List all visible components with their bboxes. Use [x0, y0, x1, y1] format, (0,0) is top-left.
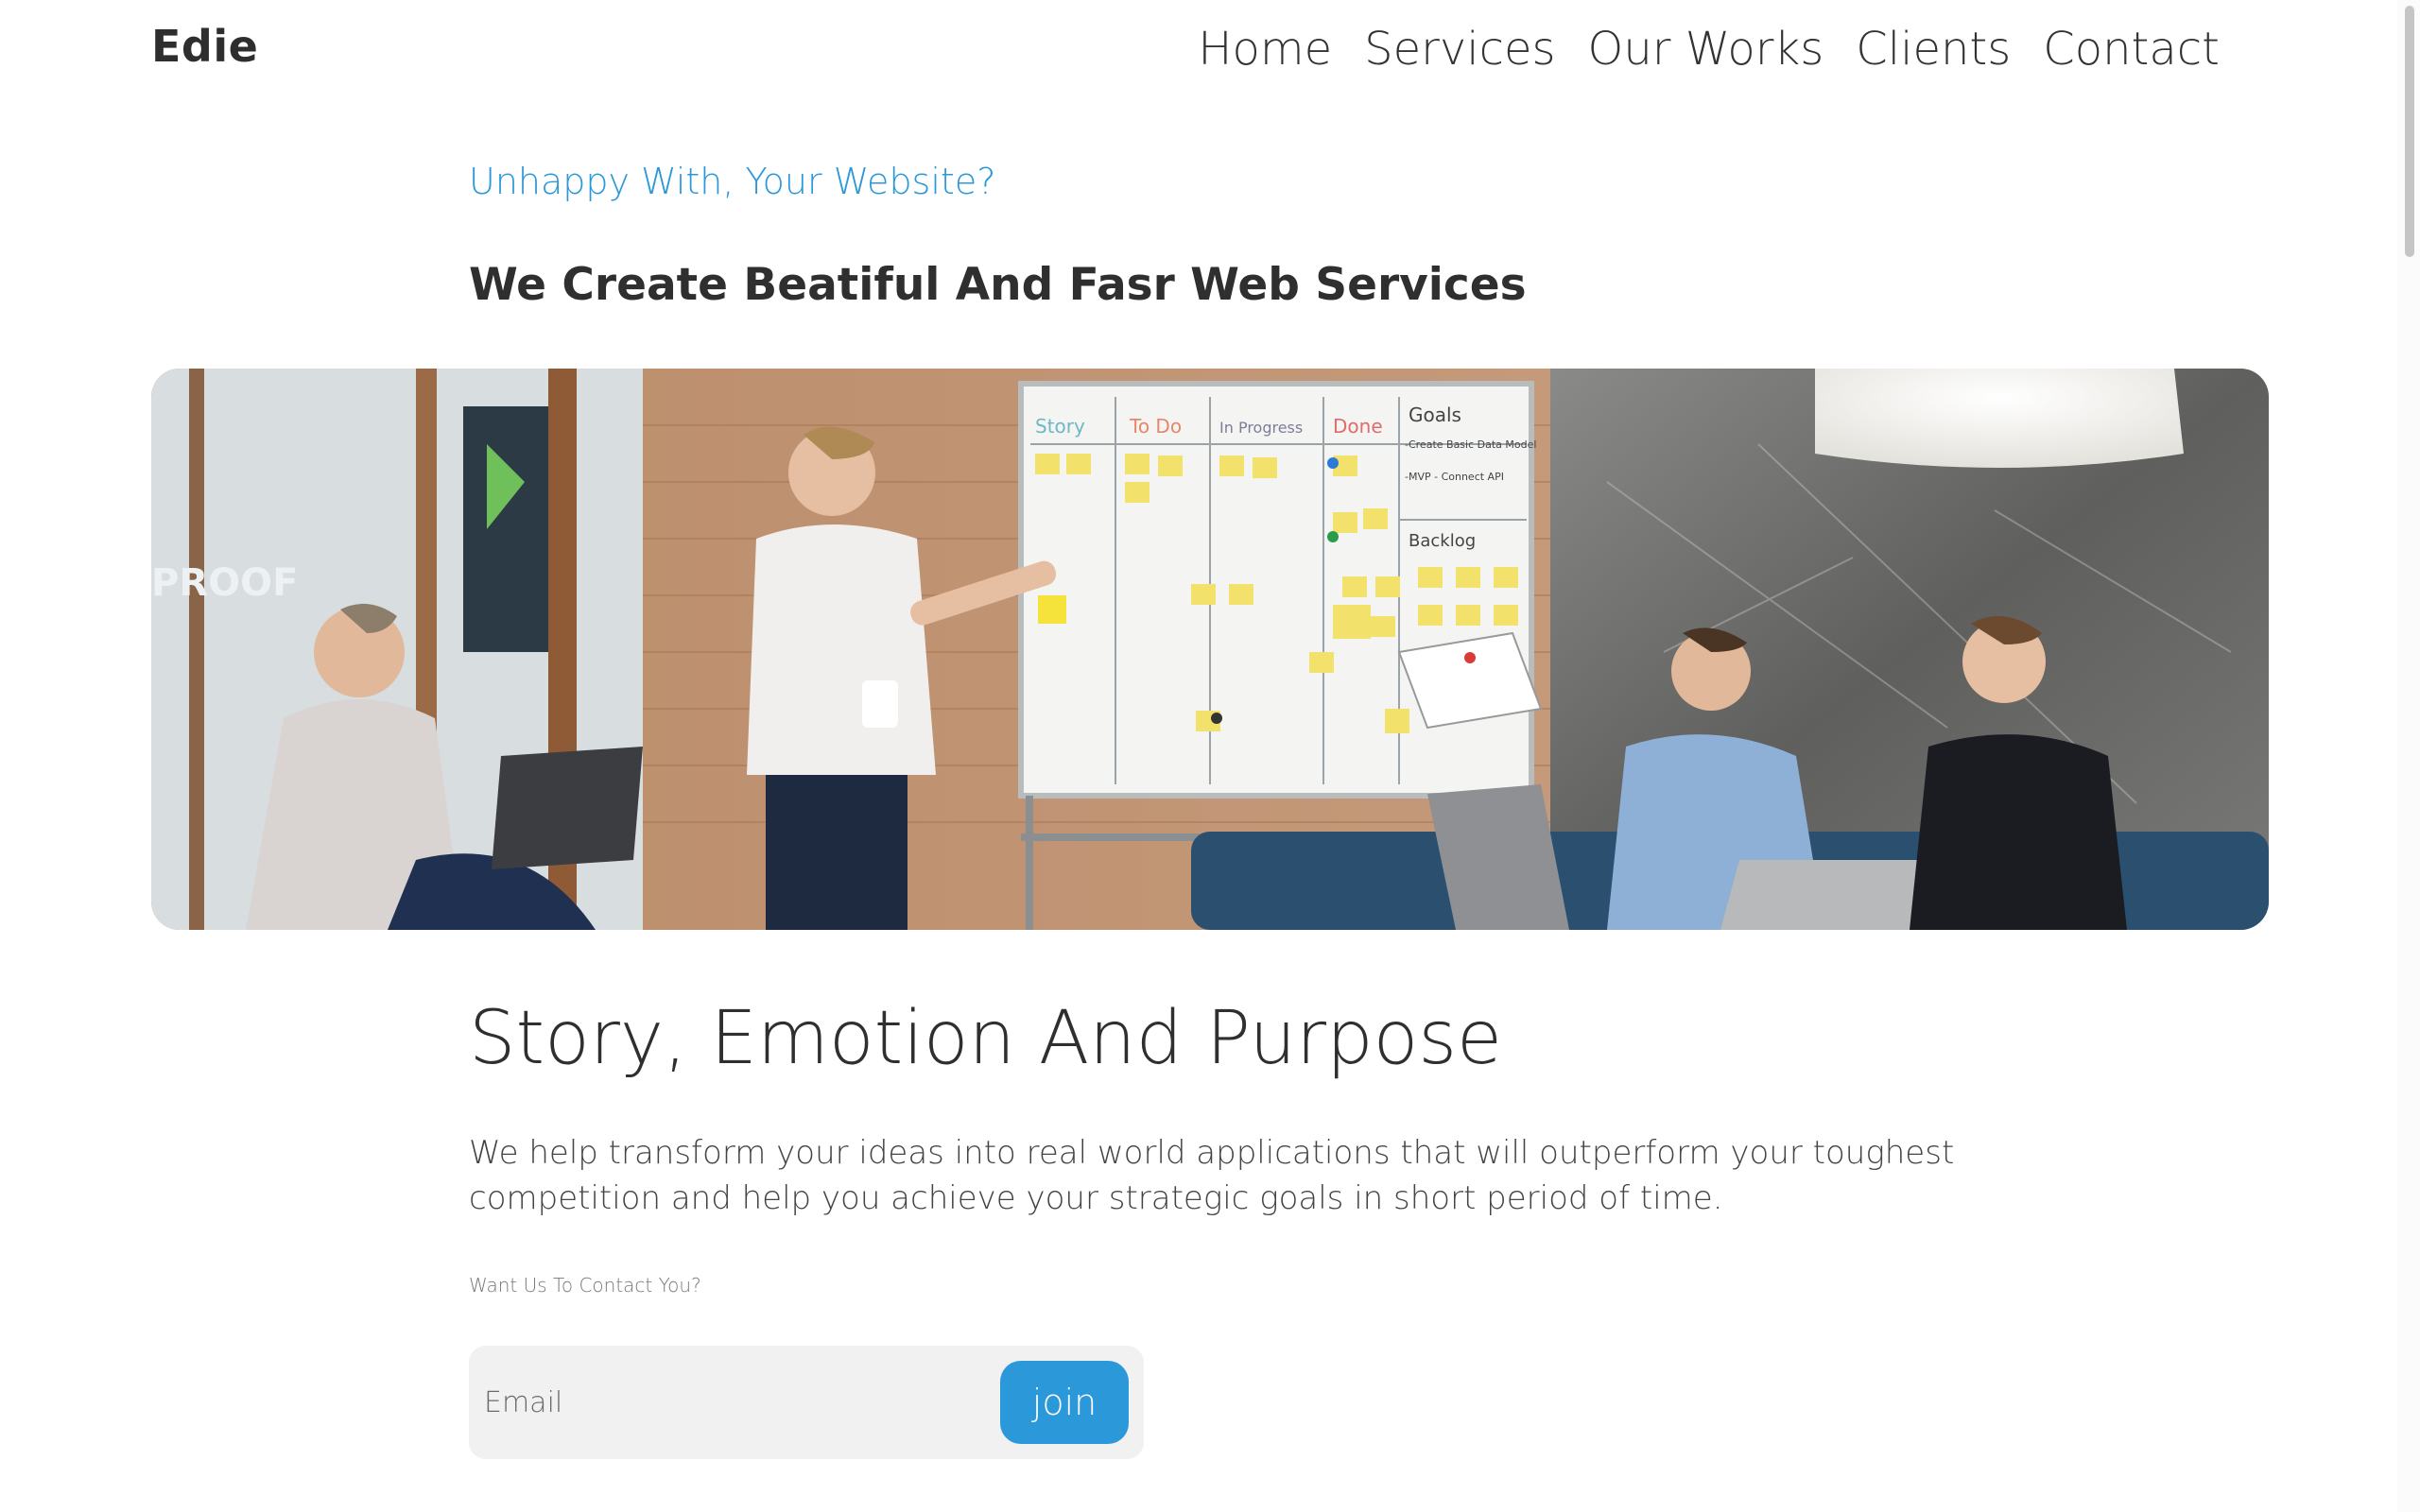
email-input[interactable] — [469, 1346, 998, 1459]
team-meeting-photo: PROOF Story To Do In Progress Done Goals… — [151, 369, 2269, 930]
nav-contact[interactable]: Contact — [2043, 23, 2220, 76]
wall-sign-text: PROOF — [151, 561, 298, 605]
board-col-todo: To Do — [1129, 415, 1182, 438]
story-title: Story, Emotion And Purpose — [469, 996, 1502, 1081]
main-nav: Home Services Our Works Clients Contact — [1198, 23, 2220, 76]
board-goals-title: Goals — [1409, 404, 1461, 426]
person-far-right-shirt — [1910, 734, 2127, 930]
page-scrollbar[interactable] — [2397, 0, 2420, 1512]
story-body: We help transform your ideas into real w… — [469, 1134, 1955, 1217]
board-goal-1: -Create Basic Data Model — [1405, 438, 1536, 451]
board-goal-2: -MVP - Connect API — [1405, 471, 1504, 483]
logo[interactable]: Edie — [151, 21, 258, 72]
board-col-story: Story — [1035, 415, 1085, 438]
board-col-progress: In Progress — [1219, 419, 1303, 437]
hero-image: PROOF Story To Do In Progress Done Goals… — [151, 369, 2269, 930]
join-button[interactable]: join — [1000, 1361, 1129, 1444]
site-header: Edie Home Services Our Works Clients Con… — [0, 0, 2397, 104]
board-col-done: Done — [1333, 415, 1383, 438]
laptop-left — [492, 747, 643, 869]
nav-home[interactable]: Home — [1198, 23, 1332, 76]
nav-our-works[interactable]: Our Works — [1588, 23, 1824, 76]
hero-eyebrow: Unhappy With, Your Website? — [469, 161, 996, 202]
pendant-lamp — [1815, 369, 2184, 468]
board-backlog: Backlog — [1409, 531, 1476, 551]
hero-headline: We Create Beatiful And Fasr Web Services — [469, 259, 1527, 311]
dark-banner — [463, 406, 548, 652]
email-signup-form: join — [469, 1346, 1144, 1459]
scrollbar-thumb[interactable] — [2405, 6, 2414, 257]
contact-label: Want Us To Contact You? — [469, 1274, 701, 1297]
nav-clients[interactable]: Clients — [1856, 23, 2011, 76]
presenter-shirt — [747, 524, 936, 775]
nav-services[interactable]: Services — [1364, 23, 1555, 76]
